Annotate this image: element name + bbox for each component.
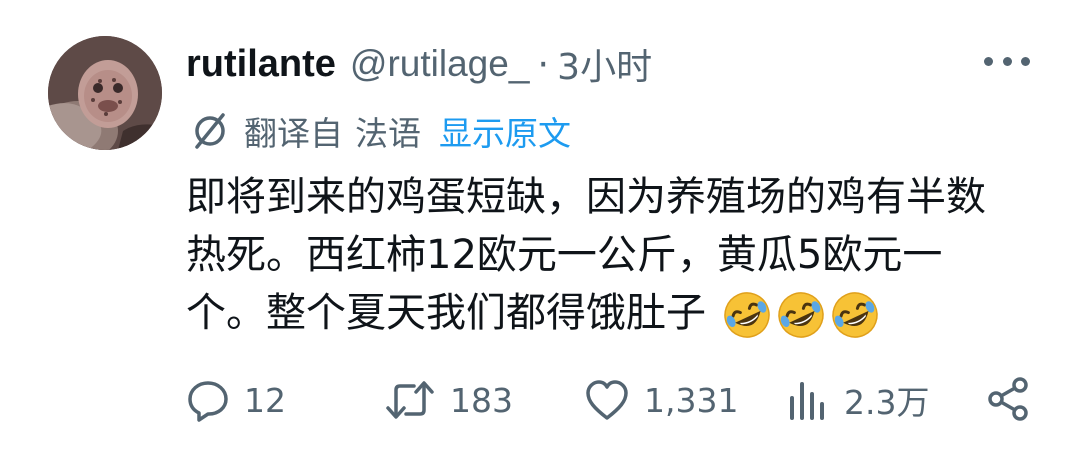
display-name[interactable]: rutilante xyxy=(186,43,336,86)
show-original-link[interactable]: 显示原文 xyxy=(439,107,571,155)
dot xyxy=(1021,56,1030,66)
like-count: 1,331 xyxy=(644,380,739,420)
retweet-icon xyxy=(386,381,434,419)
heart-icon xyxy=(586,380,628,420)
timestamp[interactable]: 3小时 xyxy=(557,38,652,90)
avatar[interactable] xyxy=(48,36,162,150)
tweet-text-line: 个。整个夏天我们都得饿肚子 xyxy=(186,290,706,336)
share-button[interactable] xyxy=(986,376,1030,426)
translation-notice: 翻译自 法语 显示原文 xyxy=(190,108,571,154)
share-icon xyxy=(988,377,1028,421)
rofl-emoji-icon xyxy=(832,292,878,338)
user-handle[interactable]: @rutilage_ xyxy=(350,43,530,85)
tweet-text: 即将到来的鸡蛋短缺，因为养殖场的鸡有半数 热死。西红柿12欧元一公斤，黄瓜5欧元… xyxy=(186,168,1046,342)
view-count: 2.3万 xyxy=(844,383,930,422)
separator-dot: · xyxy=(537,42,550,86)
reply-button[interactable]: 12 xyxy=(186,370,286,430)
dot xyxy=(984,56,993,66)
tweet-text-line-last: 个。整个夏天我们都得饿肚子 xyxy=(186,284,1046,342)
tweet-card[interactable]: rutilante @rutilage_ · 3小时 翻译自 法语 显示原文 即… xyxy=(0,0,1080,456)
action-bar: 12 183 1,331 2.3万 xyxy=(186,370,1036,430)
dot xyxy=(1002,56,1012,66)
translate-icon xyxy=(195,113,225,149)
tweet-text-line: 即将到来的鸡蛋短缺，因为养殖场的鸡有半数 xyxy=(186,174,986,220)
emoji-group xyxy=(722,290,880,340)
avatar-image xyxy=(48,36,162,150)
analytics-icon xyxy=(790,382,824,420)
reply-icon xyxy=(188,381,228,422)
source-language: 法语 xyxy=(355,114,421,153)
retweet-count: 183 xyxy=(450,380,513,420)
rofl-emoji-icon xyxy=(778,292,824,338)
tweet-header: rutilante @rutilage_ · 3小时 xyxy=(186,38,652,90)
translated-from-label: 翻译自 xyxy=(244,114,343,153)
tweet-text-line: 热死。西红柿12欧元一公斤，黄瓜5欧元一 xyxy=(186,232,943,278)
views-button[interactable]: 2.3万 xyxy=(786,370,929,430)
retweet-button[interactable]: 183 xyxy=(384,370,513,430)
like-button[interactable]: 1,331 xyxy=(584,370,738,430)
rofl-emoji-icon xyxy=(724,292,770,338)
more-options-icon[interactable] xyxy=(984,54,1030,68)
reply-count: 12 xyxy=(244,380,286,420)
